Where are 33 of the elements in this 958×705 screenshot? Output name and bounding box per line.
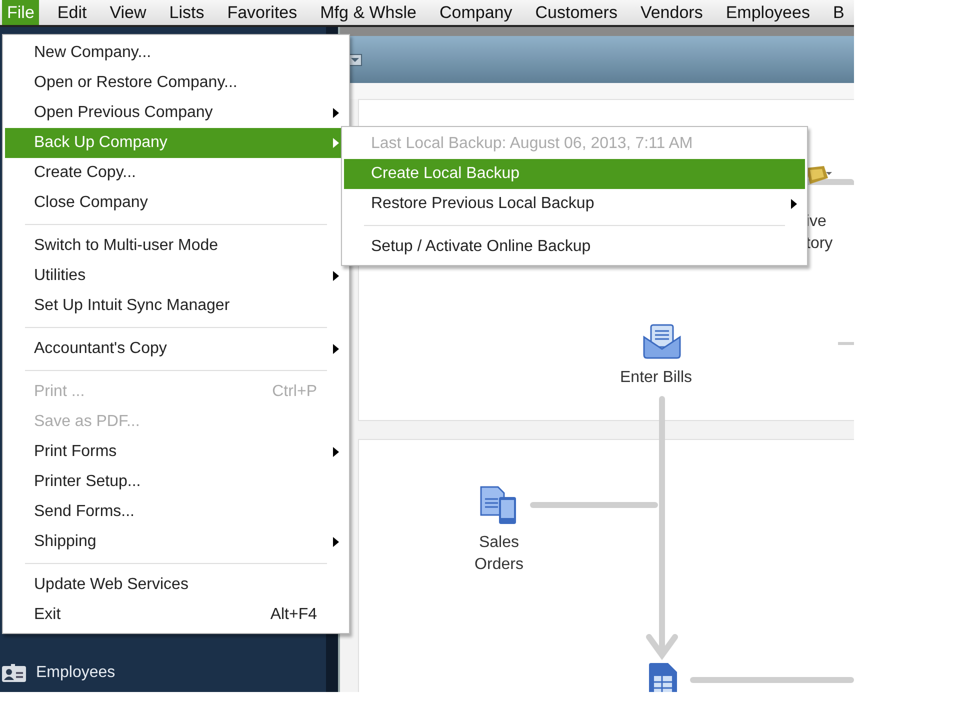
- menu-item[interactable]: Restore Previous Local Backup: [344, 189, 805, 219]
- menu-bar-item[interactable]: B: [828, 0, 850, 25]
- menu-bar-item[interactable]: Customers: [530, 0, 622, 25]
- menu-bar-item[interactable]: Favorites: [222, 0, 302, 25]
- menu-bar-item[interactable]: Vendors: [635, 0, 708, 25]
- menu-bar-item[interactable]: View: [104, 0, 152, 25]
- node-label[interactable]: Enter Bills: [620, 369, 692, 387]
- menu-item[interactable]: Print Forms: [5, 437, 347, 467]
- document-phone-icon[interactable]: [480, 485, 518, 525]
- menu-bar-item[interactable]: Lists: [164, 0, 210, 25]
- menu-item[interactable]: New Company...: [5, 38, 347, 68]
- menu-item[interactable]: Set Up Intuit Sync Manager: [5, 291, 347, 321]
- spreadsheet-icon[interactable]: [648, 662, 678, 692]
- sidebar-item[interactable]: Employees: [36, 664, 116, 682]
- menu-item[interactable]: Setup / Activate Online Backup: [344, 232, 805, 262]
- menu-item[interactable]: Send Forms...: [5, 497, 347, 527]
- menu-item[interactable]: Exit Alt+F4: [5, 600, 347, 630]
- envelope-icon[interactable]: [643, 323, 681, 359]
- menu-item[interactable]: Open Previous Company: [5, 98, 347, 128]
- menu-item[interactable]: Update Web Services: [5, 570, 347, 600]
- menu-item[interactable]: Shipping: [5, 527, 347, 557]
- menu-item[interactable]: Accountant's Copy: [5, 334, 347, 364]
- menu-item[interactable]: Create Local Backup: [344, 159, 805, 189]
- menu-bar-item[interactable]: Company: [434, 0, 518, 25]
- menu-bar-item[interactable]: Employees: [720, 0, 815, 25]
- menu-bar-item[interactable]: Mfg & Whsle: [315, 0, 422, 25]
- menu-item[interactable]: Open or Restore Company...: [5, 68, 347, 98]
- node-label[interactable]: Sales Orders: [462, 532, 536, 576]
- menu-item[interactable]: Printer Setup...: [5, 467, 347, 497]
- person-card-icon: [2, 664, 26, 682]
- menu-bar-item[interactable]: File: [2, 0, 40, 25]
- menu-item[interactable]: Utilities: [5, 261, 347, 291]
- menu-bar-item[interactable]: Edit: [52, 0, 92, 25]
